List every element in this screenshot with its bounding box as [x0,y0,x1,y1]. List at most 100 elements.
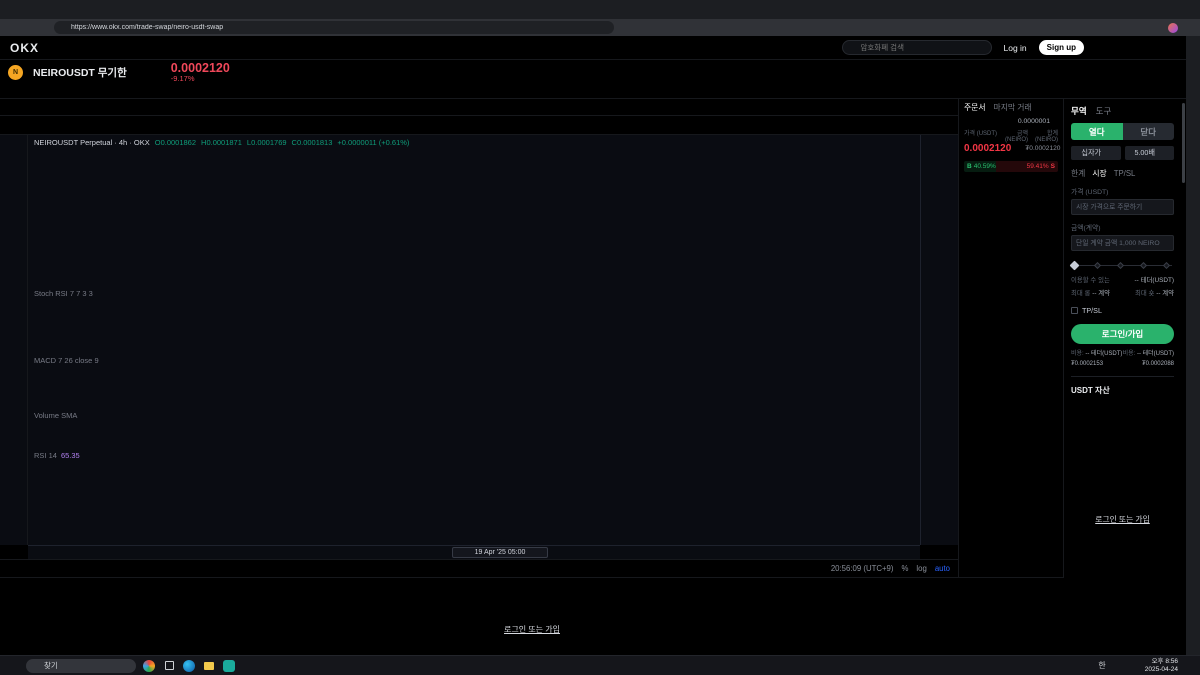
open-position-button[interactable]: 열다 [1071,123,1123,140]
download-app-icon[interactable] [1096,42,1107,53]
arrow-down-icon [1014,144,1022,152]
max-buy-price: ₮0.0002153 [1071,361,1103,367]
window-minimize-button[interactable] [1116,0,1144,19]
url-field[interactable]: https://www.okx.com/trade-swap/neiro-usd… [54,21,614,34]
back-icon[interactable] [6,23,16,33]
tab-orderbook[interactable]: 주문서 [964,102,986,113]
notification-icon[interactable] [1185,661,1194,670]
taskbar: 찾기 한 오후 8:56 2025-04-24 [0,655,1200,675]
last-price-row[interactable]: 0.0002120 ₮0.0002120 [959,139,1063,157]
refresh-icon[interactable] [38,23,48,33]
slider-thumb[interactable] [1070,260,1080,270]
apps-grid-icon[interactable] [1165,42,1176,53]
order-book: 주문서 마지막 거래 0.0000001 가격 (USDT) 금액 (NEIRO… [958,99,1064,577]
amount-input[interactable] [1071,235,1174,251]
tab-tpsl[interactable]: TP/SL [1114,169,1136,178]
search-icon [849,44,857,52]
new-tab-button[interactable] [4,3,20,17]
chevron-down-icon [1158,150,1164,156]
task-view-icon[interactable] [162,659,176,673]
symbol-name[interactable]: NEIROUSDT 무기한 [33,65,127,80]
cost-long-value: -- 테더(USDT) [1085,351,1122,357]
volume-icon[interactable] [1129,661,1138,670]
close-icon [1182,6,1190,14]
bottom-panel: 로그인 또는 가입 [0,577,1064,655]
search-icon [32,662,40,670]
tab-limit[interactable]: 한계 [1071,168,1085,179]
tick-size-select[interactable]: 0.0000001 [1018,118,1058,125]
log-scale-toggle[interactable]: log [916,564,926,573]
tab-tools[interactable]: 도구 [1096,105,1112,117]
header-search[interactable] [842,40,992,55]
leverage-select[interactable]: 5.00배 [1125,146,1175,160]
assets-section-header[interactable]: USDT 자산 [1071,385,1174,396]
browser-menu-icon[interactable] [1185,23,1194,32]
taskbar-clock[interactable]: 오후 8:56 2025-04-24 [1145,658,1178,674]
chart-clock[interactable]: 20:56:09 (UTC+9) [831,564,894,573]
close-position-button[interactable]: 닫다 [1123,123,1175,140]
amount-slider[interactable] [1071,259,1174,271]
orderbook-last-price: 0.0002120 [964,143,1011,154]
downloads-icon[interactable] [1152,23,1161,32]
search-input[interactable] [861,43,985,52]
taskbar-search[interactable]: 찾기 [26,659,136,673]
chart-canvas[interactable] [28,135,920,545]
price-input[interactable] [1071,199,1174,215]
browser-profile-avatar[interactable] [1168,23,1178,33]
crosshair-time-tooltip: 19 Apr '25 05:00 [452,547,548,558]
wifi-icon[interactable] [1113,661,1122,670]
more-options-icon[interactable] [1165,106,1174,115]
app-icon[interactable] [223,660,235,672]
browser-address-bar: https://www.okx.com/trade-swap/neiro-usd… [0,19,1200,36]
okx-logo[interactable]: OKX [10,41,39,55]
trade-login-link[interactable]: 로그인 또는 가입 [1071,514,1174,525]
margin-mode-value: 십자가 [1081,148,1101,158]
divider [1071,376,1174,377]
max-long-label: 최대 롱 [1071,290,1090,297]
edge-icon[interactable] [183,660,195,672]
pane-close-icon[interactable] [848,451,856,459]
chevron-down-icon [1104,150,1110,156]
login-signup-button[interactable]: 로그인/가입 [1071,324,1174,344]
signup-button[interactable]: Sign up [1039,40,1084,55]
copilot-icon[interactable] [143,660,155,672]
assets-title: USDT 자산 [1071,385,1110,396]
tab-trade[interactable]: 무역 [1071,105,1087,117]
bell-icon[interactable] [1119,42,1130,53]
scrollbar-thumb[interactable] [1182,103,1185,183]
globe-icon[interactable] [1142,42,1153,53]
tray-expand-icon[interactable] [1082,661,1091,670]
bookmark-star-icon[interactable] [600,24,608,32]
tab-last-trades[interactable]: 마지막 거래 [994,102,1032,113]
maximize-icon [1154,6,1162,14]
col-amount: 금액 (NEIRO) [998,128,1028,139]
favorite-star-icon[interactable] [154,69,161,76]
pane-collapse-icon[interactable] [822,451,830,459]
forward-icon[interactable] [22,23,32,33]
page-scrollbar[interactable] [1181,99,1186,577]
ime-language-indicator[interactable]: 한 [1098,660,1105,671]
system-tray: 한 오후 8:56 2025-04-24 [1082,658,1194,674]
bottom-login-link[interactable]: 로그인 또는 가입 [504,624,560,635]
coin-icon: N [8,65,23,80]
buy-sell-ratio: B 40.59% 59.41% S [964,161,1058,172]
margin-mode-select[interactable]: 십자가 [1071,146,1121,160]
window-close-button[interactable] [1172,0,1200,19]
price-scale[interactable] [920,135,958,545]
login-button[interactable]: Log in [1004,43,1027,53]
file-explorer-icon[interactable] [202,659,216,673]
tab-market[interactable]: 시장 [1092,168,1106,179]
chevron-down-icon[interactable] [137,69,144,76]
time-axis[interactable]: 19 Apr '25 05:00 [28,545,920,559]
pane-maximize-icon[interactable] [835,451,843,459]
orderbook-headers: 가격 (USDT) 금액 (NEIRO) 합계 (NEIRO) [959,128,1063,139]
percent-scale-toggle[interactable]: % [901,564,908,573]
slider-dot [1094,261,1101,268]
favorites-icon[interactable] [1136,23,1145,32]
start-button[interactable] [6,659,19,672]
window-maximize-button[interactable] [1144,0,1172,19]
tpsl-checkbox[interactable] [1071,307,1078,314]
chart-plot[interactable]: NEIROUSDT Perpetual · 4h · OKX O0.000186… [28,135,920,545]
auto-scale-toggle[interactable]: auto [935,564,950,573]
buy-ratio-value: 40.59% [974,163,996,170]
